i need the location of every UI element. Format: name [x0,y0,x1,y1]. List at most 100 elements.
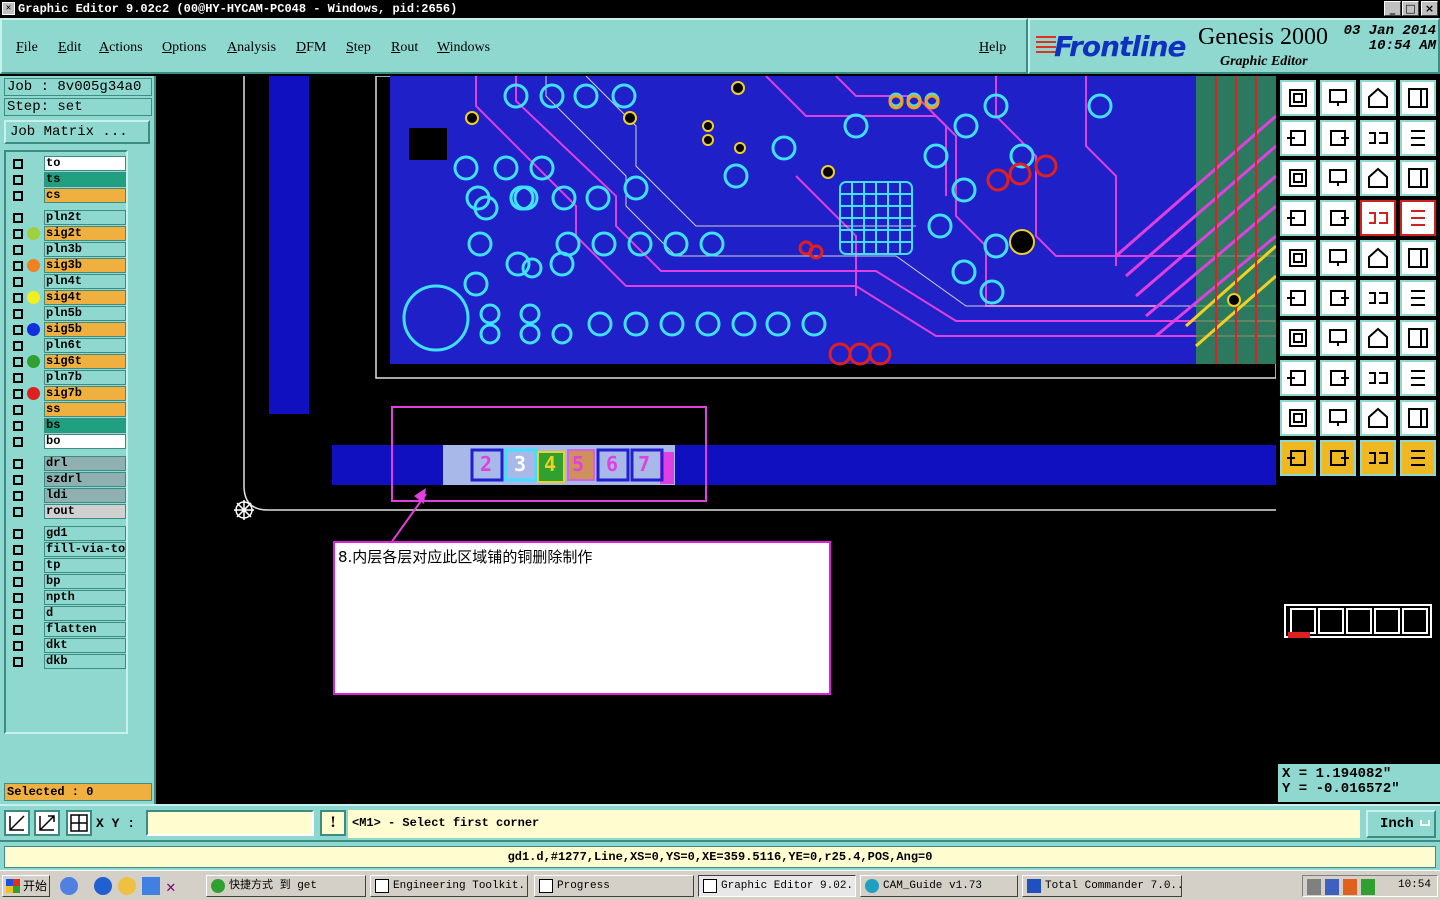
shapes-icon[interactable] [1400,360,1436,396]
layer-name[interactable]: gd1 [44,526,126,541]
line-red-icon[interactable] [1400,280,1436,316]
layer-name[interactable]: sig5b [44,322,126,337]
screen-icon[interactable] [1320,80,1356,116]
layer-name[interactable]: sig2t [44,226,126,241]
start-button[interactable]: 开始 [2,875,50,897]
ruler-icon[interactable] [1360,240,1396,276]
layer-name[interactable]: pln4t [44,274,126,289]
layer-checkbox[interactable] [13,593,23,603]
layer-name[interactable]: drl [44,456,126,471]
arc-icon[interactable] [1360,320,1396,356]
layer-row[interactable]: dkb [8,654,128,669]
layer-checkbox[interactable] [13,459,23,469]
zoom-fit-icon[interactable] [1280,160,1316,196]
layer-row[interactable]: bp [8,574,128,589]
snap-icon[interactable] [1280,360,1316,396]
task-graphic-editor[interactable]: Graphic Editor 9.02... [698,875,856,897]
layer-row[interactable]: dkt [8,638,128,653]
redraw-icon[interactable] [1400,120,1436,156]
menu-rout[interactable]: Rout [391,40,418,56]
layer-name[interactable]: tp [44,558,126,573]
zoom-area-icon[interactable] [4,810,30,836]
layer-row[interactable]: sig4t [8,290,128,305]
layer-checkbox[interactable] [13,421,23,431]
menu-options[interactable]: Options [162,40,206,56]
layer-name[interactable]: bp [44,574,126,589]
layer-name[interactable]: sig6t [44,354,126,369]
task-shortcut-get[interactable]: 快捷方式 到 get [206,875,366,897]
layer-checkbox[interactable] [13,191,23,201]
task-cam-guide[interactable]: CAM_Guide v1.73 [860,875,1018,897]
layer-name[interactable]: fill-via-top [44,542,126,557]
arch2-icon[interactable] [1400,400,1436,436]
layer-checkbox[interactable] [13,529,23,539]
layer-name[interactable]: pln6t [44,338,126,353]
pan-right-icon[interactable] [1320,120,1356,156]
minimize-button[interactable]: _ [1384,1,1401,16]
layer-name[interactable]: to [44,156,126,171]
move-icon[interactable] [1360,280,1396,316]
xy-input[interactable] [146,810,314,836]
quick-launch-icon-4[interactable] [142,877,160,895]
grid-icon[interactable] [1320,200,1356,236]
scale-1to1-icon[interactable] [1360,160,1396,196]
triangle-icon[interactable] [1280,400,1316,436]
nodes-icon[interactable] [1280,280,1316,316]
layer-checkbox[interactable] [13,475,23,485]
layer-name[interactable]: ts [44,172,126,187]
job-matrix-button[interactable]: Job Matrix ... [4,120,150,144]
tray-icons[interactable] [1307,879,1387,895]
pointer-box-icon[interactable] [1320,440,1356,476]
menu-windows[interactable]: Windows [437,40,490,56]
pointer-red-icon[interactable] [1360,440,1396,476]
layer-checkbox[interactable] [13,657,23,667]
menu-analysis[interactable]: Analysis [227,40,276,56]
layer-row[interactable]: d [8,606,128,621]
measure-icon[interactable] [34,810,60,836]
layer-name[interactable]: sig4t [44,290,126,305]
layer-row[interactable]: to [8,156,128,171]
layer-row[interactable]: npth [8,590,128,605]
layer-row[interactable]: sig6t [8,354,128,369]
task-progress[interactable]: Progress [534,875,694,897]
layer-name[interactable]: flatten [44,622,126,637]
cross-icon[interactable] [1320,280,1356,316]
quick-launch-icon-2[interactable] [94,877,112,895]
snap-grid-icon[interactable] [66,810,92,836]
layer-row[interactable]: rout [8,504,128,519]
layer-checkbox[interactable] [13,175,23,185]
layer-checkbox[interactable] [13,373,23,383]
layer-name[interactable]: pln7b [44,370,126,385]
layer-row[interactable]: fill-via-top [8,542,128,557]
layer-row[interactable]: drl [8,456,128,471]
zoom-home-icon[interactable] [1360,120,1396,156]
layer-row[interactable]: sig7b [8,386,128,401]
layer-checkbox[interactable] [13,609,23,619]
pad-icon[interactable] [1280,240,1316,276]
layer-row[interactable]: pln3b [8,242,128,257]
layer-checkbox[interactable] [13,261,23,271]
minus-icon[interactable] [1320,360,1356,396]
menu-file[interactable]: File [16,40,38,56]
layer-checkbox[interactable] [13,277,23,287]
quick-launch-icon-3[interactable] [118,877,136,895]
layer-row[interactable]: pln2t [8,210,128,225]
layer-name[interactable]: pln2t [44,210,126,225]
menu-edit[interactable]: Edit [58,40,81,56]
layer-checkbox[interactable] [13,491,23,501]
layer-name[interactable]: cs [44,188,126,203]
layer-name[interactable]: ldi [44,488,126,503]
window-icon[interactable] [1400,80,1436,116]
maximize-button[interactable]: □ [1402,1,1419,16]
layer-row[interactable]: szdrl [8,472,128,487]
text-icon[interactable] [1400,320,1436,356]
layer-checkbox[interactable] [13,405,23,415]
layer-name[interactable]: dkb [44,654,126,669]
layer-name[interactable]: npth [44,590,126,605]
system-menu-icon[interactable]: ✕ [2,2,15,15]
layer-name[interactable]: bo [44,434,126,449]
quick-launch-icon-5[interactable]: ✕ [166,877,176,897]
layer-row[interactable]: ldi [8,488,128,503]
line-icon[interactable] [1320,320,1356,356]
pan-left-icon[interactable] [1280,120,1316,156]
